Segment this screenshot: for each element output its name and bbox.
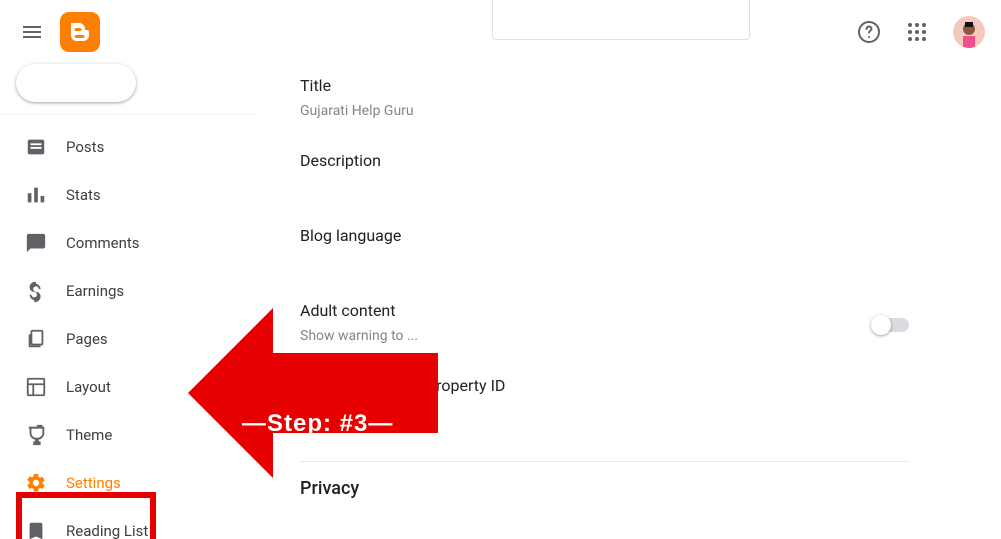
help-button[interactable] [849, 12, 889, 52]
comments-icon [24, 231, 48, 255]
settings-main: Title Gujarati Help Guru Description Blo… [256, 64, 1001, 499]
layout-icon [24, 375, 48, 399]
sidebar-item-stats[interactable]: Stats [0, 171, 232, 219]
sidebar-item-earnings[interactable]: Earnings [0, 267, 232, 315]
sidebar-item-label: Stats [66, 186, 101, 204]
sidebar-item-label: Theme [66, 426, 112, 444]
sidebar-item-reading-list[interactable]: Reading List [0, 507, 232, 539]
apps-grid-icon [907, 22, 927, 42]
sidebar-item-comments[interactable]: Comments [0, 219, 232, 267]
sidebar-item-label: Layout [66, 378, 111, 396]
new-post-button[interactable] [16, 64, 136, 102]
pages-icon [24, 327, 48, 351]
user-avatar[interactable] [953, 16, 985, 48]
setting-title[interactable]: Title Gujarati Help Guru [300, 76, 909, 137]
section-divider [300, 461, 910, 462]
hamburger-menu-button[interactable] [8, 8, 56, 56]
settings-icon [24, 471, 48, 495]
setting-language[interactable]: Blog language [300, 212, 909, 287]
setting-description[interactable]: Description [300, 137, 909, 212]
posts-icon [24, 135, 48, 159]
setting-analytics-label: ...gle Analytics property ID [300, 376, 909, 395]
sidebar-item-pages[interactable]: Pages [0, 315, 232, 363]
setting-adult-label: Adult content [300, 301, 909, 320]
sidebar-item-label: Pages [66, 330, 108, 348]
sidebar-item-label: Earnings [66, 282, 124, 300]
setting-analytics[interactable]: ...gle Analytics property ID [300, 362, 909, 437]
sidebar-item-label: Reading List [66, 522, 148, 539]
setting-adult-content: Adult content Show warning to ... [300, 287, 909, 362]
setting-adult-sub: Show warning to ... [300, 328, 909, 344]
reading-list-icon [24, 519, 48, 539]
theme-icon [24, 423, 48, 447]
sidebar-item-label: Settings [66, 474, 121, 492]
setting-language-label: Blog language [300, 226, 909, 245]
sidebar-item-posts[interactable]: Posts [0, 123, 232, 171]
section-privacy-title: Privacy [300, 478, 909, 499]
app-header [0, 0, 1001, 64]
stats-icon [24, 183, 48, 207]
setting-language-value [300, 253, 909, 269]
search-dropdown[interactable] [492, 0, 750, 40]
sidebar: Posts Stats Comments Earnings Pages Layo… [0, 64, 256, 539]
setting-title-label: Title [300, 76, 909, 95]
sidebar-item-layout[interactable]: Layout [0, 363, 232, 411]
help-icon [857, 20, 881, 44]
earnings-icon [24, 279, 48, 303]
sidebar-item-label: Posts [66, 138, 104, 156]
menu-icon [20, 20, 44, 44]
setting-description-label: Description [300, 151, 909, 170]
google-apps-button[interactable] [897, 12, 937, 52]
setting-title-value: Gujarati Help Guru [300, 103, 909, 119]
blogger-logo-icon[interactable] [60, 12, 100, 52]
sidebar-item-settings[interactable]: Settings [0, 459, 232, 507]
avatar-image [953, 16, 985, 48]
setting-description-value [300, 178, 909, 194]
sidebar-item-theme[interactable]: Theme [0, 411, 232, 459]
adult-content-toggle[interactable] [873, 318, 909, 332]
sidebar-item-label: Comments [66, 234, 140, 252]
